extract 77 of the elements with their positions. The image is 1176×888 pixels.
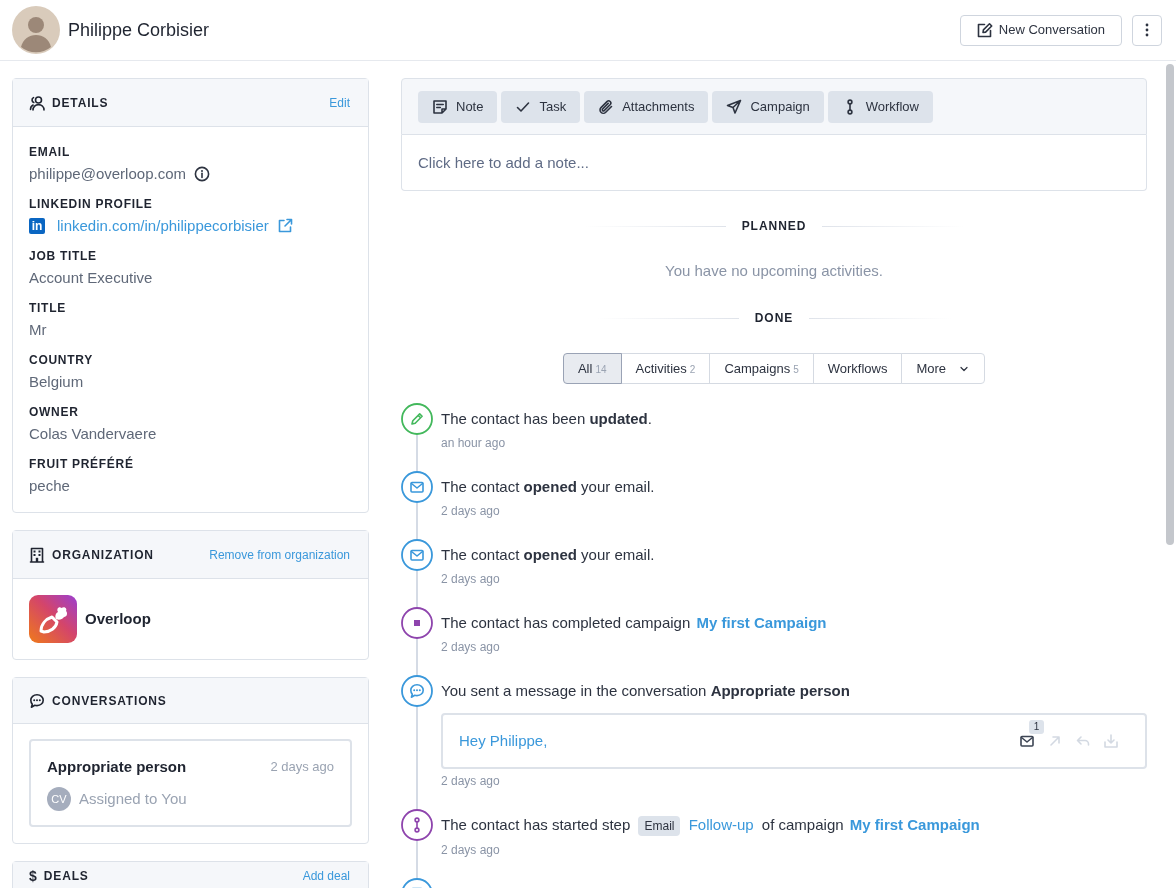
field-value: Mr (29, 320, 47, 340)
timestamp: 2 days ago (441, 842, 501, 858)
conversation-subject: Appropriate person (47, 757, 187, 777)
activity-text: The contact has started step Email Follow-up of campaign My first Campaign (441, 815, 1147, 836)
step-tag: Email (638, 816, 681, 836)
info-icon[interactable] (194, 166, 210, 182)
building-icon (29, 546, 45, 563)
filter-tab[interactable]: Workflows (812, 353, 903, 384)
envelope-icon (401, 471, 433, 503)
assignee-text: Assigned to You (79, 789, 187, 809)
campaign-button[interactable]: Campaign (712, 90, 824, 123)
task-button[interactable]: Task (501, 90, 581, 123)
dollar-icon: $ (29, 868, 37, 884)
timestamp: 2 days ago (441, 571, 501, 587)
filter-tab[interactable]: Campaigns 5 (709, 353, 814, 384)
conversation-card[interactable]: Appropriate person 2 days ago CV Assigned to You (29, 739, 352, 827)
message-preview: Hey Philippe, (459, 730, 548, 751)
panel-title: DETAILS (52, 94, 109, 112)
field-value: Account Executive (29, 268, 153, 288)
envelope-icon[interactable] (1019, 733, 1035, 749)
pencil-icon (401, 403, 433, 435)
external-link-icon[interactable] (276, 218, 293, 234)
field-label: FRUIT PRÉFÉRÉ (29, 456, 135, 472)
organization-name[interactable]: Overloop (85, 607, 151, 631)
field-label: COUNTRY (29, 352, 94, 368)
note-icon (432, 98, 448, 115)
scrollbar-thumb[interactable] (1166, 64, 1174, 545)
contact-name: Philippe Corbisier (68, 18, 210, 42)
filter-tab[interactable]: Activities 2 (620, 353, 711, 384)
linkedin-logo: in (29, 218, 45, 234)
field-label: OWNER (29, 404, 80, 420)
timestamp: 2 days ago (441, 639, 501, 655)
activity-text: The contact opened your email. (441, 477, 656, 497)
initials-avatar: CV (47, 787, 71, 811)
activity-text: The contact has been updated. (441, 409, 653, 429)
message-card[interactable]: Hey Philippe, 1 (441, 713, 1147, 769)
activity-text: You sent a message in the conversation Appropriate person (441, 681, 851, 701)
timestamp: 2 days ago (441, 773, 501, 789)
field-value: Colas Vandervaere (29, 424, 157, 444)
empty-state-text: You have no upcoming activities. (665, 261, 883, 281)
conversation-time: 2 days ago (270, 758, 334, 777)
field-label: TITLE (29, 300, 67, 316)
nodes-icon (401, 809, 433, 841)
more-dropdown[interactable]: More (901, 353, 986, 384)
chat-icon (401, 675, 433, 707)
field-value: peche (29, 476, 70, 496)
field-label: LINKEDIN PROFILE (29, 196, 154, 212)
timestamp: 2 days ago (441, 503, 501, 519)
new-conversation-button[interactable]: New Conversation (959, 14, 1122, 46)
panel-title: ORGANIZATION (52, 546, 154, 564)
panel-title: DEALS (43, 868, 89, 885)
activity-text: The contact opened your email. (441, 545, 656, 565)
user-icon (29, 94, 45, 111)
more-button[interactable] (1132, 14, 1162, 46)
envelope-icon (401, 539, 433, 571)
timestamp: an hour ago (441, 435, 507, 451)
panel-title: CONVERSATIONS (52, 692, 167, 710)
organization-logo-icon (29, 595, 77, 643)
field-label: EMAIL (29, 144, 71, 160)
section-title: PLANNED (741, 218, 807, 234)
paperclip-icon (598, 98, 615, 115)
kebab-icon (1145, 23, 1149, 37)
field-value: Belgium (29, 372, 84, 392)
chat-icon (29, 692, 45, 709)
note-button[interactable]: Note (418, 90, 498, 123)
filter-tab[interactable]: All 14 (562, 353, 622, 384)
paper-plane-icon (726, 98, 743, 115)
pencil-square-icon (976, 22, 993, 38)
field-label: JOB TITLE (29, 248, 98, 264)
count-badge: 1 (1029, 720, 1044, 734)
section-title: DONE (754, 310, 794, 326)
note-field[interactable]: Click here to add a note... (401, 135, 1147, 191)
avatar-icon (12, 6, 60, 54)
attachments-button[interactable]: Attachments (584, 90, 709, 123)
activity-text: The contact has completed campaign My first Campaign (441, 613, 828, 633)
field-value: philippe@overloop.com (29, 164, 186, 184)
workflow-button[interactable]: Workflow (827, 90, 933, 123)
